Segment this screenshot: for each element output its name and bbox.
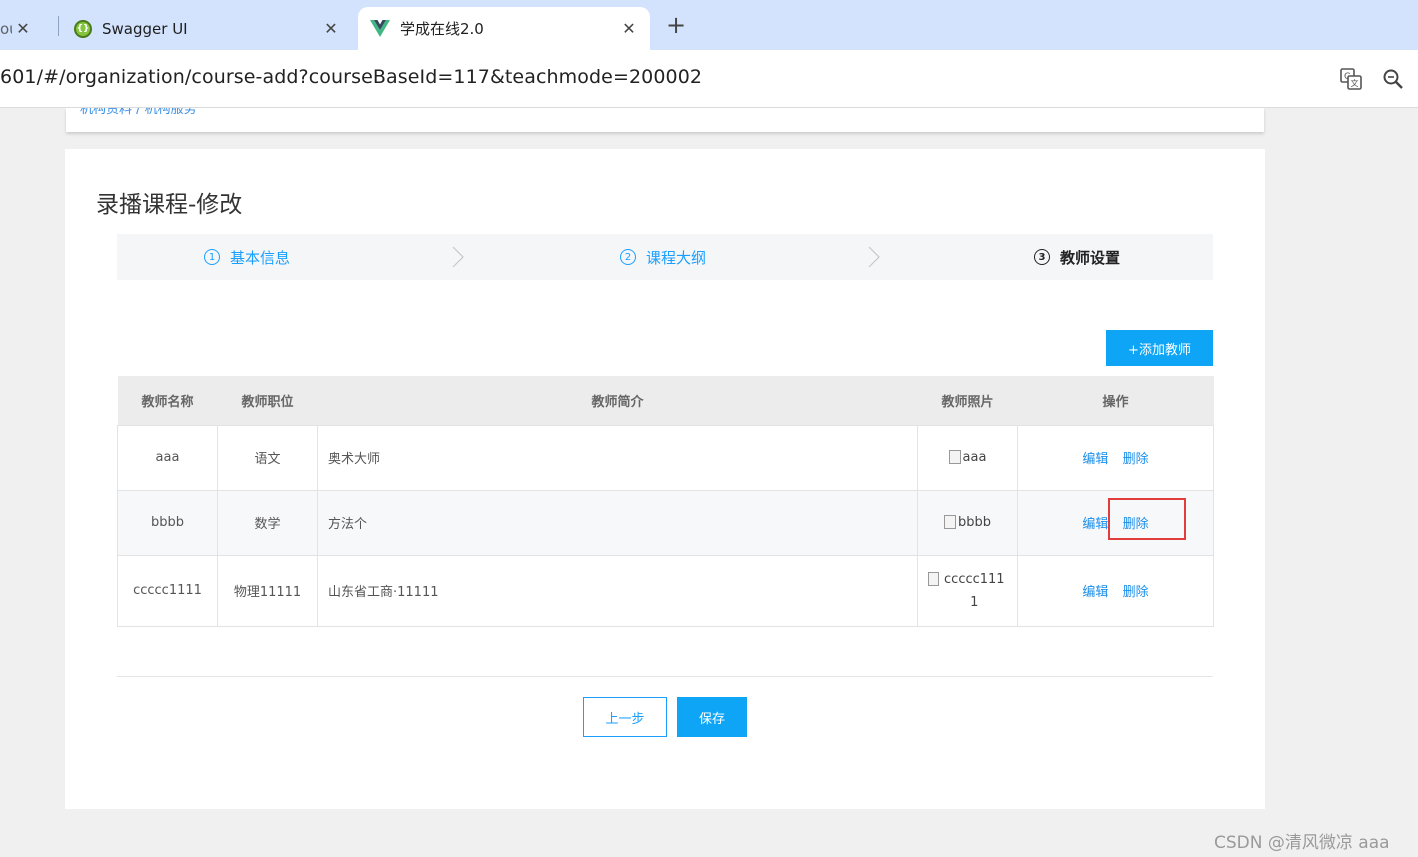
save-button[interactable]: 保存 bbox=[677, 697, 747, 737]
step-basic-info[interactable]: 1 基本信息 bbox=[204, 234, 290, 280]
teacher-name: aaa bbox=[117, 424, 218, 491]
previous-step-button[interactable]: 上一步 bbox=[583, 697, 667, 737]
step-label: 课程大纲 bbox=[646, 248, 707, 267]
steps-bar: 1 基本信息 2 课程大纲 3 教师设置 bbox=[117, 234, 1213, 280]
close-icon[interactable]: ✕ bbox=[320, 19, 342, 38]
chevron-right-icon bbox=[868, 246, 880, 268]
teacher-name: bbbb bbox=[117, 489, 218, 556]
vue-icon bbox=[370, 19, 390, 37]
step-course-outline[interactable]: 2 课程大纲 bbox=[620, 234, 706, 280]
teacher-photo-cell: ccccc1111 bbox=[917, 554, 1018, 627]
column-header: 教师照片 bbox=[917, 376, 1018, 425]
step-label: 教师设置 bbox=[1060, 248, 1121, 267]
tab-title: ou bbox=[0, 19, 12, 38]
step-label: 基本信息 bbox=[230, 248, 291, 267]
step-teacher-settings[interactable]: 3 教师设置 bbox=[1034, 234, 1120, 280]
column-header: 教师名称 bbox=[117, 376, 218, 425]
teacher-table: 教师名称 教师职位 教师简介 教师照片 操作 aaa 语文 奥术大师 aaa 编… bbox=[117, 376, 1214, 627]
teacher-position: 物理11111 bbox=[217, 554, 318, 627]
add-teacher-button[interactable]: +添加教师 bbox=[1106, 330, 1213, 366]
tab-title: Swagger UI bbox=[102, 19, 188, 38]
step-number: 1 bbox=[204, 249, 220, 265]
chevron-right-icon bbox=[452, 246, 464, 268]
teacher-intro: 方法个 bbox=[317, 489, 918, 556]
edit-link[interactable]: 编辑 bbox=[1082, 452, 1108, 467]
delete-link[interactable]: 删除 bbox=[1123, 585, 1149, 600]
photo-alt-text: ccccc1111 bbox=[944, 571, 1005, 610]
table-row: bbbb 数学 方法个 bbbb 编辑 删除 bbox=[117, 489, 1214, 556]
teacher-intro: 山东省工商·11111 bbox=[317, 554, 918, 627]
watermark: CSDN @清风微凉 aaa bbox=[1214, 833, 1390, 853]
svg-text:文: 文 bbox=[1351, 78, 1359, 88]
breadcrumb-card: 机构资料 / 机构服务 bbox=[66, 108, 1264, 132]
table-row: ccccc1111 物理11111 山东省工商·11111 ccccc1111 … bbox=[117, 554, 1214, 627]
browser-tab-active[interactable]: 学成在线2.0 ✕ bbox=[358, 7, 650, 50]
actions-cell: 编辑 删除 bbox=[1017, 424, 1214, 491]
broken-image: aaa bbox=[948, 446, 987, 469]
annotation-highlight-box bbox=[1108, 498, 1186, 540]
page-title: 录播课程-修改 bbox=[96, 192, 243, 218]
step-number: 2 bbox=[620, 249, 636, 265]
breadcrumb[interactable]: 机构资料 / 机构服务 bbox=[80, 108, 197, 117]
teacher-position: 数学 bbox=[217, 489, 318, 556]
delete-link[interactable]: 删除 bbox=[1123, 452, 1149, 467]
broken-image: ccccc1111 bbox=[927, 568, 1008, 614]
close-icon[interactable]: ✕ bbox=[618, 19, 640, 38]
actions-cell: 编辑 删除 bbox=[1017, 554, 1214, 627]
translate-icon[interactable]: G 文 bbox=[1340, 68, 1362, 90]
browser-tab-partial[interactable]: ou ✕ bbox=[0, 7, 58, 50]
photo-alt-text: aaa bbox=[962, 450, 987, 465]
column-header: 教师职位 bbox=[217, 376, 318, 425]
column-header: 教师简介 bbox=[317, 376, 918, 425]
divider bbox=[117, 676, 1213, 677]
tab-separator bbox=[58, 16, 59, 36]
teacher-photo-cell: bbbb bbox=[917, 489, 1018, 556]
broken-image-icon bbox=[948, 450, 961, 464]
table-row: aaa 语文 奥术大师 aaa 编辑 删除 bbox=[117, 424, 1214, 491]
teacher-intro: 奥术大师 bbox=[317, 424, 918, 491]
new-tab-button[interactable]: + bbox=[662, 11, 690, 39]
photo-alt-text: bbbb bbox=[957, 515, 991, 530]
teacher-photo-cell: aaa bbox=[917, 424, 1018, 491]
zoom-icon[interactable] bbox=[1382, 68, 1404, 90]
broken-image-icon bbox=[943, 515, 956, 529]
url-field[interactable]: 601/#/organization/course-add?courseBase… bbox=[0, 66, 702, 88]
edit-link[interactable]: 编辑 bbox=[1082, 517, 1108, 532]
broken-image: bbbb bbox=[943, 511, 991, 534]
broken-image-icon bbox=[927, 571, 940, 586]
table-header-row: 教师名称 教师职位 教师简介 教师照片 操作 bbox=[117, 376, 1214, 425]
column-header: 操作 bbox=[1017, 376, 1214, 425]
edit-link[interactable]: 编辑 bbox=[1082, 585, 1108, 600]
swagger-icon: {} bbox=[74, 19, 92, 38]
address-bar: 601/#/organization/course-add?courseBase… bbox=[0, 50, 1418, 108]
browser-tab-bar: ou ✕ {} Swagger UI ✕ 学成在线2.0 ✕ + bbox=[0, 0, 1418, 50]
teacher-name: ccccc1111 bbox=[117, 554, 218, 627]
main-card: 录播课程-修改 1 基本信息 2 课程大纲 3 教师设置 +添加教师 教师名称 … bbox=[65, 149, 1265, 809]
teacher-position: 语文 bbox=[217, 424, 318, 491]
close-icon[interactable]: ✕ bbox=[12, 19, 34, 38]
browser-tab-swagger[interactable]: {} Swagger UI ✕ bbox=[62, 7, 352, 50]
step-number: 3 bbox=[1034, 249, 1050, 265]
tab-title: 学成在线2.0 bbox=[400, 20, 484, 38]
